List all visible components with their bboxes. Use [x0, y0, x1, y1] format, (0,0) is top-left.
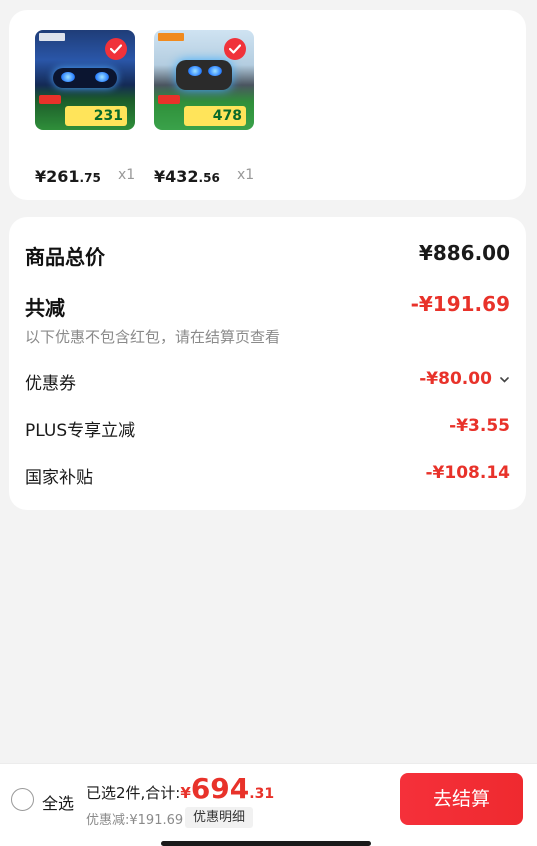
promo-price: 478: [184, 106, 246, 126]
price-summary-card: 商品总价 ¥886.00 共减 -¥191.69 以下优惠不包含红包，请在结算页…: [9, 217, 526, 510]
product-quantity: x1: [118, 167, 136, 183]
product-item[interactable]: 478 ¥432.56 x1: [154, 30, 264, 186]
selected-check-icon[interactable]: [105, 38, 127, 60]
chevron-down-icon[interactable]: [499, 376, 510, 384]
brand-logo: [39, 33, 65, 41]
selected-products-card: 231 ¥261.75 x1 478 ¥432.56 x1: [9, 10, 526, 200]
brand-logo: [158, 33, 184, 41]
flame-icon: [188, 66, 202, 76]
total-value: ¥886.00: [418, 241, 510, 265]
price-row: ¥261.75 x1: [35, 167, 155, 187]
checkout-button[interactable]: 去结算: [400, 773, 523, 825]
product-thumbnail[interactable]: 231: [35, 30, 135, 130]
reduce-value: -¥191.69: [410, 292, 510, 316]
checkout-bar: 全选 已选2件,合计:¥694.31 优惠减:¥191.69 优惠明细 去结算: [0, 763, 537, 846]
product-thumbnail[interactable]: 478: [154, 30, 254, 130]
plus-discount-value: -¥3.55: [449, 416, 510, 436]
promo-tag: [158, 95, 180, 104]
coupon-value: -¥80.00: [419, 369, 492, 389]
price-row: ¥432.56 x1: [154, 167, 274, 187]
total-row: 商品总价 ¥886.00: [25, 241, 510, 269]
promo-tag: [39, 95, 61, 104]
total-amount-integer: 694: [190, 772, 250, 805]
coupon-row[interactable]: 优惠券 -¥80.00: [25, 369, 510, 395]
coupon-value-group[interactable]: -¥80.00: [419, 369, 510, 389]
reduce-row: 共减 -¥191.69: [25, 292, 510, 320]
flame-icon: [61, 72, 75, 82]
total-label: 商品总价: [25, 245, 105, 269]
national-subsidy-value: -¥108.14: [425, 463, 511, 483]
select-all-label[interactable]: 全选: [42, 790, 74, 814]
national-subsidy-label: 国家补贴: [25, 468, 93, 488]
reduce-note-row: 以下优惠不包含红包，请在结算页查看: [25, 326, 510, 348]
plus-discount-label: PLUS专享立减: [25, 421, 136, 441]
selected-check-icon[interactable]: [224, 38, 246, 60]
home-indicator[interactable]: [161, 841, 371, 846]
product-quantity: x1: [237, 167, 255, 183]
national-subsidy-row: 国家补贴 -¥108.14: [25, 463, 510, 489]
stove-image: [176, 60, 232, 90]
coupon-label: 优惠券: [25, 374, 76, 394]
select-all-checkbox[interactable]: [11, 788, 34, 811]
cart-page: 231 ¥261.75 x1 478 ¥432.56 x1 商品总价 ¥886.…: [0, 0, 537, 846]
product-price: ¥261.75: [35, 167, 101, 186]
discount-text: 优惠减:¥191.69: [86, 813, 184, 828]
promo-price: 231: [65, 106, 127, 126]
reduce-label: 共减: [25, 296, 65, 320]
total-summary: 已选2件,合计:¥694.31: [86, 772, 274, 805]
flame-icon: [95, 72, 109, 82]
product-item[interactable]: 231 ¥261.75 x1: [35, 30, 145, 186]
reduce-note: 以下优惠不包含红包，请在结算页查看: [25, 328, 281, 346]
flame-icon: [208, 66, 222, 76]
currency-symbol: ¥: [180, 784, 191, 802]
selected-count-text: 已选2件,合计:: [86, 784, 181, 802]
plus-discount-row: PLUS专享立减 -¥3.55: [25, 416, 510, 442]
discount-detail-button[interactable]: 优惠明细: [185, 807, 254, 828]
product-price: ¥432.56: [154, 167, 220, 186]
total-amount-decimal: .31: [249, 786, 275, 802]
